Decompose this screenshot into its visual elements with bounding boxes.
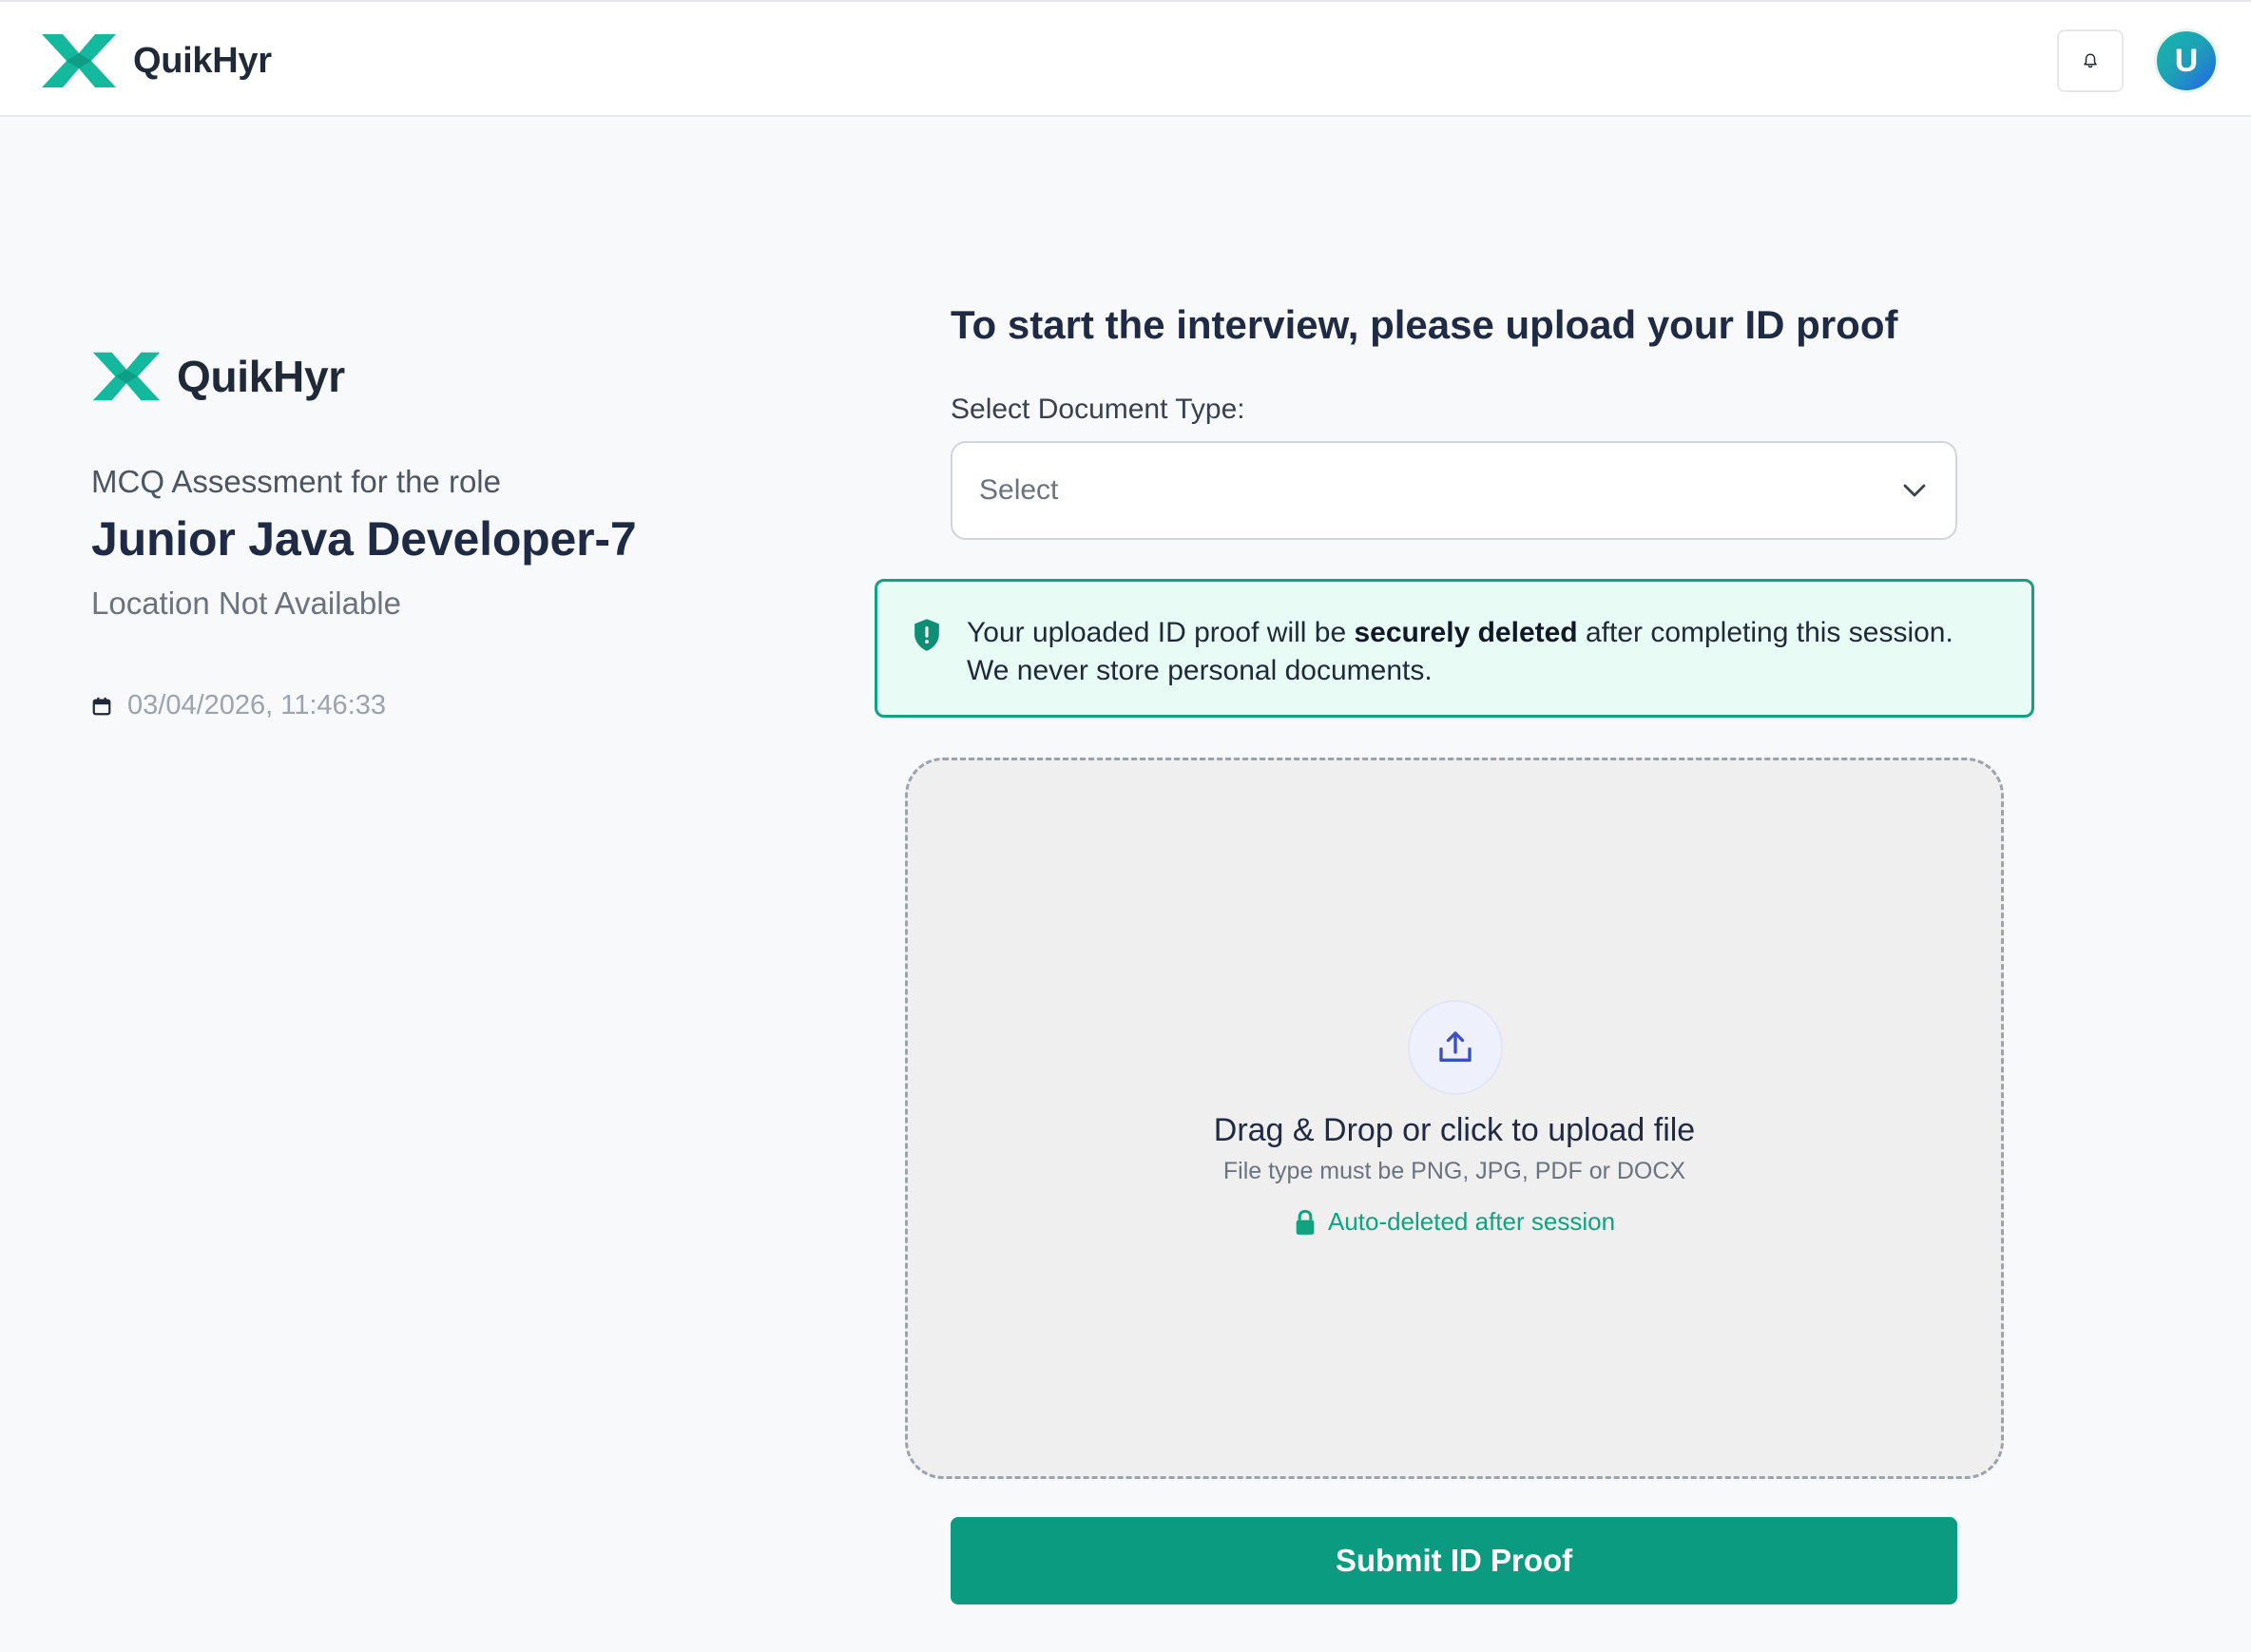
upload-icon bbox=[1439, 1031, 1472, 1062]
assessment-info: QuikHyr MCQ Assessment for the role Juni… bbox=[91, 348, 814, 720]
dropzone-file-types: File type must be PNG, JPG, PDF or DOCX bbox=[1222, 1158, 1686, 1184]
auto-delete-text: Auto-deleted after session bbox=[1327, 1207, 1616, 1236]
privacy-notice: Your uploaded ID proof will be securely … bbox=[875, 579, 2034, 718]
auto-delete-note: Auto-deleted after session bbox=[908, 1207, 2001, 1237]
top-bar: QuikHyr U bbox=[0, 0, 2251, 117]
quikhyr-logo-icon bbox=[92, 352, 161, 401]
submit-id-proof-button[interactable]: Submit ID Proof bbox=[951, 1517, 1957, 1604]
assessment-brand: QuikHyr bbox=[91, 348, 814, 405]
notice-text-pre: Your uploaded ID proof will be bbox=[967, 617, 1355, 648]
calendar-icon bbox=[92, 697, 111, 715]
upload-title: To start the interview, please upload yo… bbox=[951, 302, 1898, 347]
bell-icon bbox=[2084, 53, 2097, 68]
quikhyr-logo-icon bbox=[42, 34, 116, 87]
user-avatar[interactable]: U bbox=[2154, 29, 2219, 93]
file-dropzone[interactable]: Drag & Drop or click to upload file File… bbox=[905, 758, 2004, 1479]
document-type-select[interactable]: Select bbox=[951, 441, 1957, 540]
assessment-datetime: 03/04/2026, 11:46:33 bbox=[91, 690, 386, 721]
document-type-value: Select bbox=[979, 474, 1059, 506]
lock-icon bbox=[1296, 1209, 1315, 1235]
shield-icon bbox=[914, 619, 939, 651]
document-type-label: Select Document Type: bbox=[951, 394, 1245, 425]
datetime-text: 03/04/2026, 11:46:33 bbox=[127, 690, 386, 720]
header-brand-name: QuikHyr bbox=[133, 40, 272, 81]
header-brand[interactable]: QuikHyr bbox=[40, 30, 272, 91]
job-title: Junior Java Developer-7 bbox=[91, 512, 637, 566]
notifications-button[interactable] bbox=[2057, 29, 2124, 92]
privacy-notice-text: Your uploaded ID proof will be securely … bbox=[967, 614, 1997, 715]
role-label: MCQ Assessment for the role bbox=[91, 464, 501, 499]
dropzone-title: Drag & Drop or click to upload file bbox=[1213, 1112, 1696, 1148]
upload-icon-circle bbox=[1408, 1000, 1503, 1095]
job-location: Location Not Available bbox=[91, 586, 401, 621]
chevron-down-icon bbox=[1903, 484, 1926, 497]
assessment-brand-name: QuikHyr bbox=[177, 352, 345, 401]
notice-text-bold: securely deleted bbox=[1354, 617, 1578, 648]
avatar-initial: U bbox=[2174, 42, 2199, 79]
